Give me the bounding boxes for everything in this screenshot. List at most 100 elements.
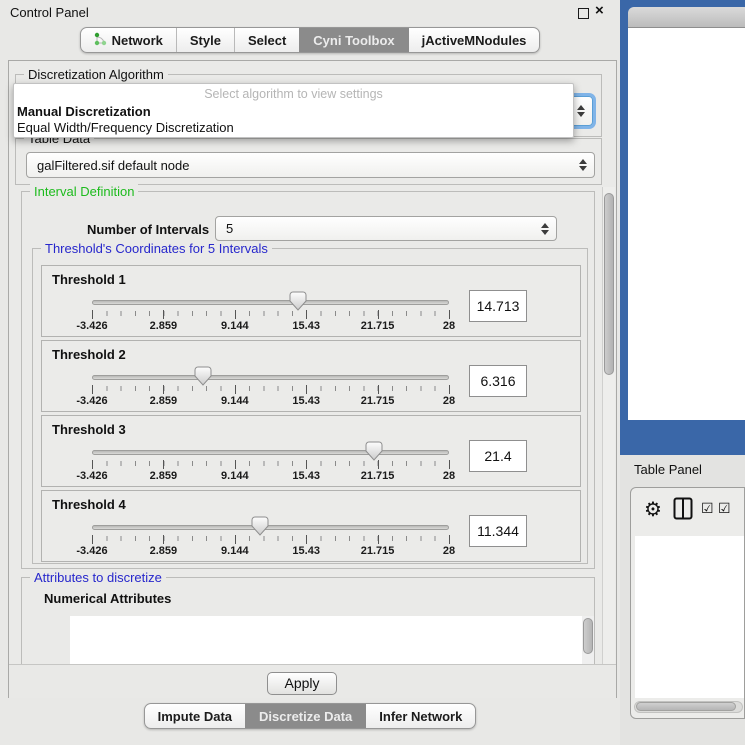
slider-major-tick xyxy=(378,535,379,544)
slider-tick-label: 2.859 xyxy=(150,545,178,557)
threshold-slider-thumb[interactable] xyxy=(194,366,212,391)
split-columns-icon[interactable] xyxy=(673,497,693,520)
slider-minor-ticks xyxy=(92,311,450,316)
threshold-slider-thumb[interactable] xyxy=(289,291,307,316)
slider-major-tick xyxy=(378,385,379,394)
table-data-combo-value: galFiltered.sif default node xyxy=(37,158,189,173)
threshold-panel: Threshold 2-3.4262.8599.14415.4321.71528… xyxy=(41,340,581,412)
threshold-value-field[interactable]: 14.713 xyxy=(469,290,527,322)
slider-tick-label: 28 xyxy=(443,545,455,557)
tab-infer-network[interactable]: Infer Network xyxy=(365,704,475,728)
tab-label: Network xyxy=(112,33,163,48)
slider-tick-label: 9.144 xyxy=(221,470,249,482)
network-window-titlebar[interactable] xyxy=(628,7,745,28)
float-window-icon[interactable] xyxy=(578,8,589,19)
threshold-panel: Threshold 4-3.4262.8599.14415.4321.71528… xyxy=(41,490,581,562)
tab-impute-data[interactable]: Impute Data xyxy=(145,704,245,728)
network-canvas[interactable] xyxy=(628,28,745,420)
network-icon xyxy=(94,32,107,49)
settings-scroll-thumb[interactable] xyxy=(604,193,614,375)
threshold-slider-track[interactable] xyxy=(92,375,449,380)
settings-scrollbar[interactable] xyxy=(602,187,615,664)
close-icon[interactable]: × xyxy=(595,2,604,19)
threshold-slider-track[interactable] xyxy=(92,450,449,455)
slider-tick-label: 21.715 xyxy=(361,545,395,557)
right-region: Table Panel ⚙ ☑ ☑ xyxy=(620,0,745,745)
threshold-slider-thumb[interactable] xyxy=(251,516,269,541)
slider-tick-label: 28 xyxy=(443,395,455,407)
threshold-label: Threshold 1 xyxy=(52,272,126,287)
slider-major-tick xyxy=(449,535,450,544)
threshold-panel: Threshold 1-3.4262.8599.14415.4321.71528… xyxy=(41,265,581,337)
algorithm-dropdown-popup: Select algorithm to view settings Manual… xyxy=(13,83,574,138)
control-panel: Control Panel × Network Style Select Cyni T… xyxy=(0,0,620,745)
table-data-combo[interactable]: galFiltered.sif default node xyxy=(26,152,595,178)
threshold-label: Threshold 2 xyxy=(52,347,126,362)
thresholds-group: Threshold's Coordinates for 5 Intervals … xyxy=(32,248,588,564)
slider-major-tick xyxy=(92,535,93,544)
panel-title: Control Panel xyxy=(10,5,89,20)
algorithm-option[interactable]: Equal Width/Frequency Discretization xyxy=(17,120,234,135)
threshold-panel: Threshold 3-3.4262.8599.14415.4321.71528… xyxy=(41,415,581,487)
tab-discretize-data[interactable]: Discretize Data xyxy=(245,704,365,728)
tab-select[interactable]: Select xyxy=(234,28,299,52)
threshold-value-field[interactable]: 6.316 xyxy=(469,365,527,397)
slider-tick-label: 15.43 xyxy=(292,320,320,332)
checkbox-checked-icon[interactable]: ☑ xyxy=(718,500,731,517)
table-panel-titlebar: Table Panel xyxy=(620,455,745,485)
tab-jactivemnodules[interactable]: jActiveMNodules xyxy=(408,28,540,52)
checkbox-checked-icon[interactable]: ☑ xyxy=(701,500,714,517)
slider-major-tick xyxy=(449,385,450,394)
thresholds-group-title: Threshold's Coordinates for 5 Intervals xyxy=(41,241,272,256)
interval-definition-group: Interval Definition Number of Intervals … xyxy=(21,191,595,569)
network-window xyxy=(628,7,745,420)
slider-major-tick xyxy=(235,460,236,469)
slider-major-tick xyxy=(92,460,93,469)
tab-network[interactable]: Network xyxy=(81,28,176,52)
bottom-tabrow: Impute Data Discretize Data Infer Network xyxy=(0,703,620,729)
threshold-slider-thumb[interactable] xyxy=(365,441,383,466)
slider-tick-label: 2.859 xyxy=(150,395,178,407)
threshold-slider-track[interactable] xyxy=(92,525,449,530)
slider-minor-ticks xyxy=(92,461,450,466)
slider-major-tick xyxy=(306,385,307,394)
node-table xyxy=(635,536,745,698)
slider-tick-label: -3.426 xyxy=(76,395,107,407)
slider-major-tick xyxy=(163,535,164,544)
num-intervals-combo[interactable]: 5 xyxy=(215,216,557,241)
algorithm-group-title: Discretization Algorithm xyxy=(24,67,168,82)
apply-strip: Apply xyxy=(9,664,616,698)
threshold-label: Threshold 3 xyxy=(52,422,126,437)
slider-tick-label: 9.144 xyxy=(221,320,249,332)
threshold-slider-track[interactable] xyxy=(92,300,449,305)
threshold-value-field[interactable]: 21.4 xyxy=(469,440,527,472)
table-hscroll-thumb[interactable] xyxy=(636,702,736,711)
slider-tick-label: 21.715 xyxy=(361,470,395,482)
algorithm-option[interactable]: Manual Discretization xyxy=(17,104,151,119)
combo-stepper-icon[interactable] xyxy=(541,223,549,235)
table-hscrollbar[interactable] xyxy=(634,701,743,713)
table-panel-box: ⚙ ☑ ☑ xyxy=(630,487,745,719)
apply-button[interactable]: Apply xyxy=(267,672,337,695)
slider-minor-ticks xyxy=(92,536,450,541)
tab-label: Cyni Toolbox xyxy=(313,33,394,48)
threshold-value-field[interactable]: 11.344 xyxy=(469,515,527,547)
desktop-background xyxy=(620,0,745,455)
slider-major-tick xyxy=(449,460,450,469)
tab-label: Impute Data xyxy=(158,709,232,724)
tab-label: Select xyxy=(248,33,286,48)
num-intervals-value: 5 xyxy=(226,221,233,236)
slider-major-tick xyxy=(235,535,236,544)
tab-style[interactable]: Style xyxy=(176,28,234,52)
tab-cyni-toolbox[interactable]: Cyni Toolbox xyxy=(299,28,407,52)
slider-major-tick xyxy=(92,385,93,394)
slider-major-tick xyxy=(306,460,307,469)
combo-stepper-icon[interactable] xyxy=(577,105,585,117)
slider-major-tick xyxy=(92,310,93,319)
attributes-scroll-thumb[interactable] xyxy=(583,618,593,654)
table-panel-title: Table Panel xyxy=(634,462,702,477)
combo-stepper-icon[interactable] xyxy=(579,159,587,171)
slider-major-tick xyxy=(163,460,164,469)
tab-label: Infer Network xyxy=(379,709,462,724)
gear-icon[interactable]: ⚙ xyxy=(644,497,662,522)
